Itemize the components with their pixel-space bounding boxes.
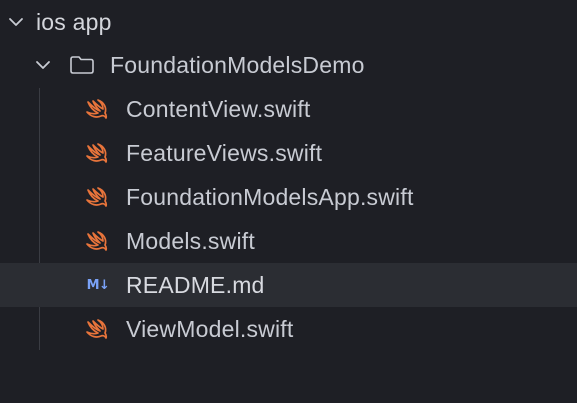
chevron-down-icon[interactable] xyxy=(33,55,53,75)
swift-icon xyxy=(84,229,110,253)
tree-root-ios-app[interactable]: ios app xyxy=(0,0,577,44)
tree-file-item[interactable]: Models.swift xyxy=(0,219,577,263)
file-explorer-tree: ios app FoundationModelsDemo ContentView… xyxy=(0,0,577,403)
tree-folder-label: FoundationModelsDemo xyxy=(110,51,365,78)
swift-icon xyxy=(84,141,110,165)
tree-root-label: ios app xyxy=(36,8,112,35)
swift-icon xyxy=(84,185,110,209)
tree-file-item[interactable]: ViewModel.swift xyxy=(0,307,577,351)
file-label: ContentView.swift xyxy=(126,95,311,122)
file-label: README.md xyxy=(126,271,265,298)
markdown-icon: M↓ xyxy=(86,277,110,293)
file-label: FeatureViews.swift xyxy=(126,139,323,166)
file-label: Models.swift xyxy=(126,227,255,254)
tree-file-item[interactable]: ContentView.swift xyxy=(0,87,577,131)
file-label: FoundationModelsApp.swift xyxy=(126,183,414,210)
tree-file-item[interactable]: FeatureViews.swift xyxy=(0,131,577,175)
tree-file-item[interactable]: FoundationModelsApp.swift xyxy=(0,175,577,219)
folder-icon xyxy=(68,53,96,77)
tree-file-item-selected[interactable]: M↓ README.md xyxy=(0,263,577,307)
swift-icon xyxy=(84,97,110,121)
chevron-down-icon[interactable] xyxy=(6,12,26,32)
tree-folder-foundationmodelsdemo[interactable]: FoundationModelsDemo xyxy=(0,43,577,87)
file-label: ViewModel.swift xyxy=(126,315,294,342)
swift-icon xyxy=(84,317,110,341)
